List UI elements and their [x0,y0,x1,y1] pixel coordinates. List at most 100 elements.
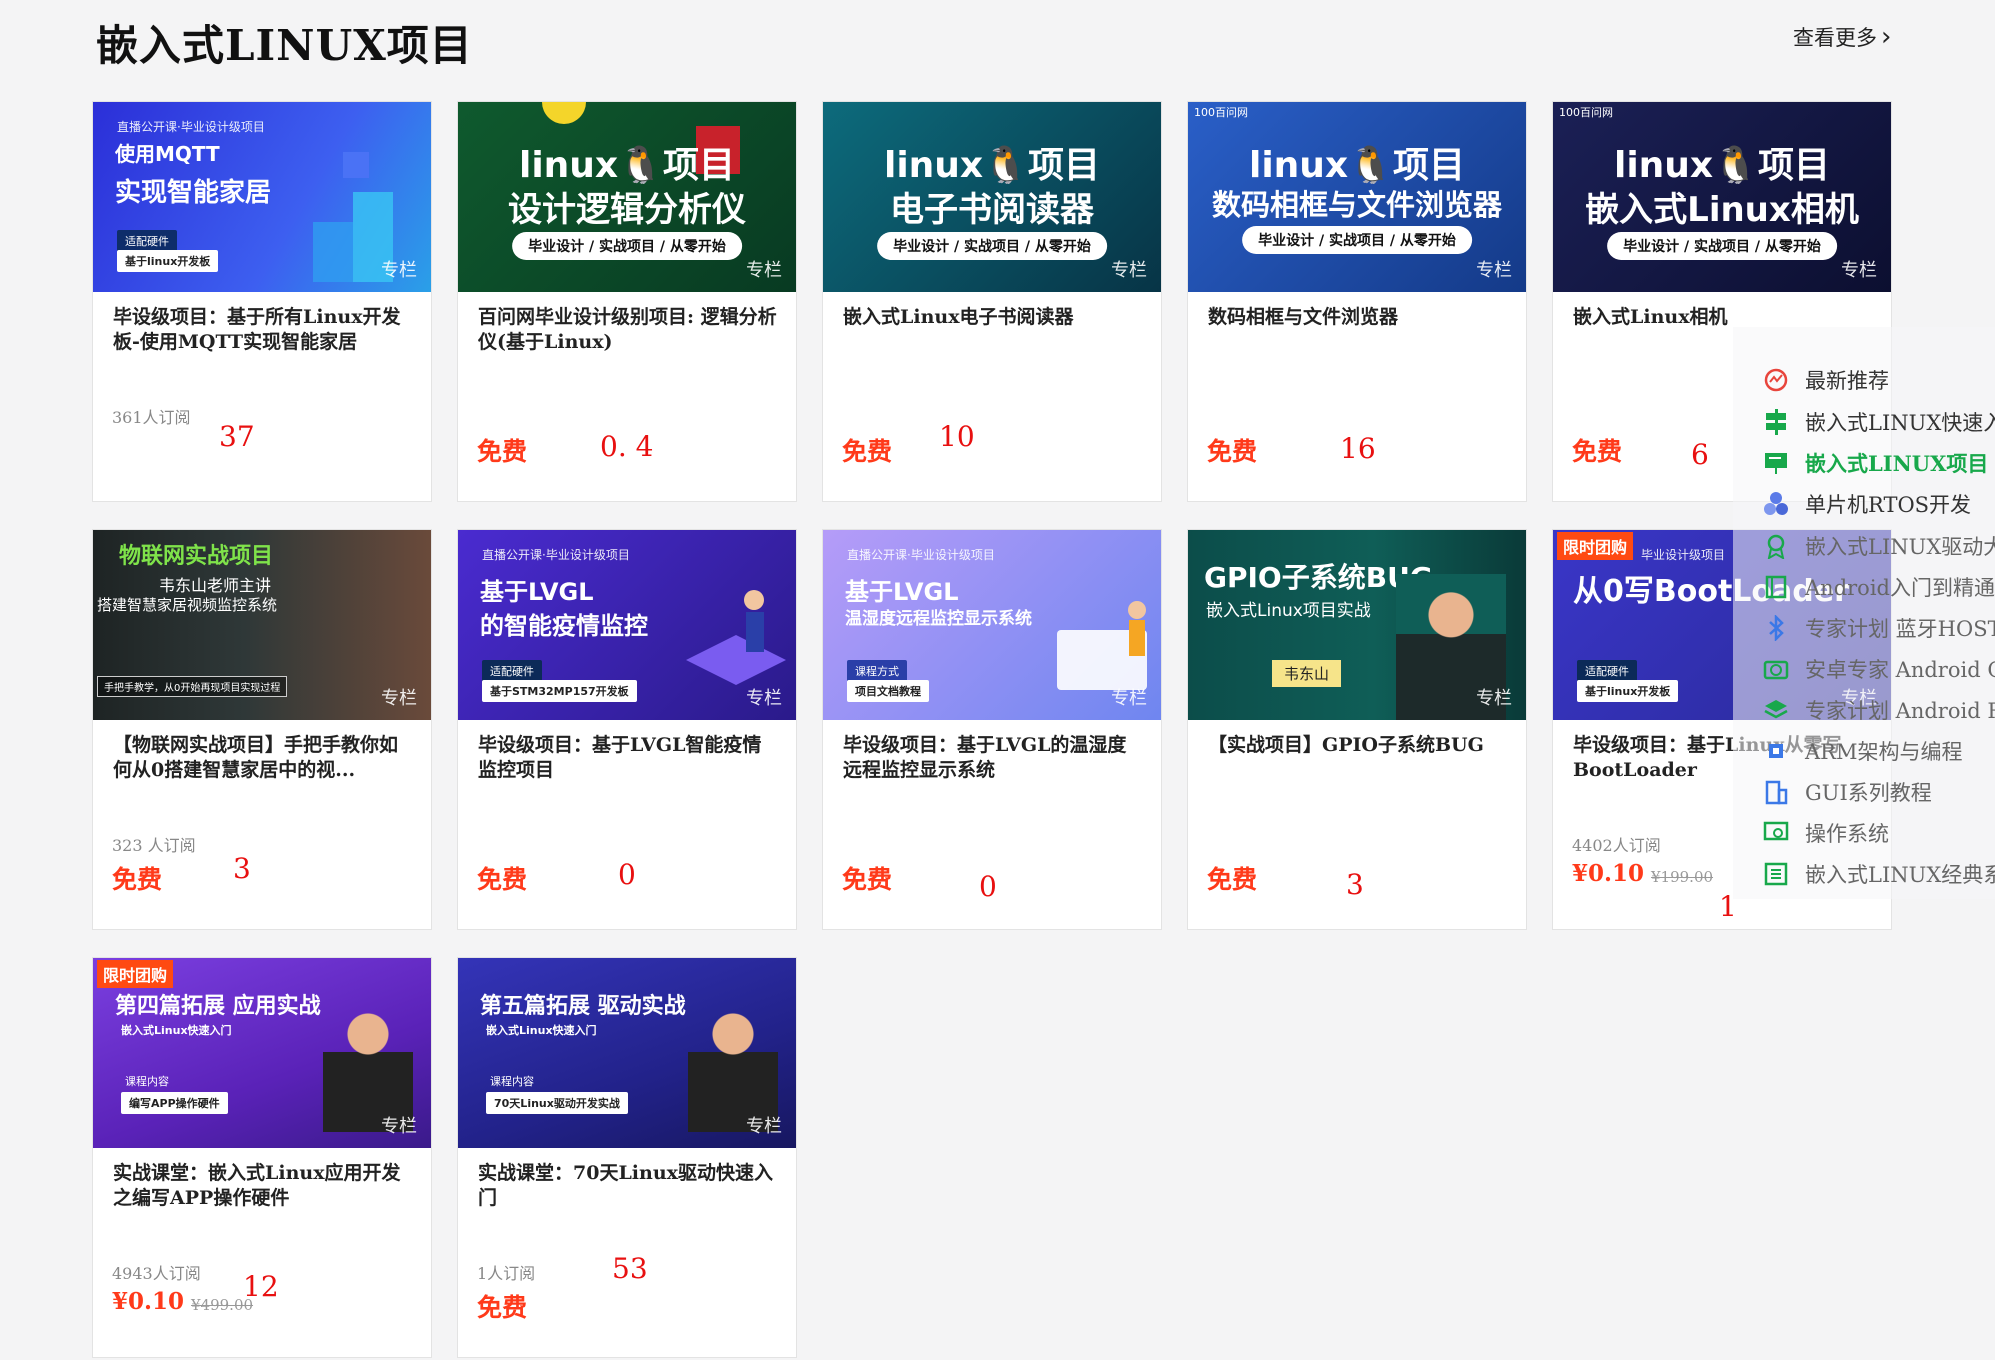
chart-circle-icon [1763,367,1789,393]
side-item-os[interactable]: 操作系统 [1763,818,1889,848]
list-icon [1763,861,1789,887]
course-thumbnail: 100百问网 linux🐧项目 嵌入式Linux相机 毕业设计 / 实战项目 /… [1553,102,1891,292]
price-free: 免费 [842,437,893,466]
brand-logo: 100百问网 [1194,106,1248,119]
thumb-line2: 嵌入式Linux相机 [1585,190,1859,230]
card-title[interactable]: 毕设级项目：基于LVGL的温湿度远程监控显示系统 [843,733,1145,783]
red-annotation: 10 [939,420,975,453]
side-item-label: 专家计划 Android RO [1805,699,1995,723]
column-badge: 专栏 [1476,260,1512,281]
card-title[interactable]: 【物联网实战项目】手把手教你如何从0搭建智慧家居中的视... [113,733,415,783]
thumb-pill: 毕业设计 / 实战项目 / 从零开始 [877,232,1107,260]
subscriber-count: 1人订阅 [477,1264,536,1283]
thumb-chip-value: 基于linux开发板 [1577,680,1679,702]
section-header: 嵌入式LINUX项目 查看更多 › [0,0,1995,90]
card-title[interactable]: 数码相框与文件浏览器 [1208,305,1510,330]
yellow-circle-graphic [542,102,586,124]
thumb-bar: 手把手教学，从0开始再现项目实现过程 [97,676,288,697]
thumb-chip-value: 项目文档教程 [847,680,929,702]
red-annotation: 53 [612,1252,648,1285]
red-annotation: 0 [979,870,997,903]
side-item-linux-driver[interactable]: 嵌入式LINUX驱动大 [1763,531,1995,561]
price-free: 免费 [477,1293,528,1322]
course-card[interactable]: GPIO子系统BUG 嵌入式Linux项目实战 韦东山 专栏 【实战项目】GPI… [1187,529,1527,930]
thumb-chip-label: 课程方式 [847,660,907,682]
side-item-android-rom[interactable]: 专家计划 Android RO [1763,695,1995,725]
course-card[interactable]: linux🐧项目 设计逻辑分析仪 毕业设计 / 实战项目 / 从零开始 专栏 百… [457,101,797,502]
view-more-label: 查看更多 [1793,26,1877,50]
thumb-line1: linux [1248,145,1349,186]
view-more-link[interactable]: 查看更多 › [1793,22,1891,52]
side-item-android-camera[interactable]: 安卓专家 Android Ca [1763,654,1995,684]
course-card[interactable]: 直播公开课·毕业设计级项目 使用MQTT 实现智能家居 适配硬件 基于linux… [92,101,432,502]
column-badge: 专栏 [381,1116,417,1137]
group-buy-tag: 限时团购 [1557,532,1634,560]
course-thumbnail: linux🐧项目 设计逻辑分析仪 毕业设计 / 实战项目 / 从零开始 专栏 [458,102,796,292]
thumb-line2: 嵌入式Linux快速入门 [121,1024,232,1037]
side-item-latest[interactable]: 最新推荐 [1763,365,1889,395]
name-tag: 韦东山 [1272,660,1342,687]
course-card[interactable]: 直播公开课·毕业设计级项目 基于LVGL 温湿度远程监控显示系统 课程方式 项目… [822,529,1162,930]
course-thumbnail: 物联网实战项目 韦东山老师主讲 搭建智慧家居视频监控系统 手把手教学，从0开始再… [93,530,431,720]
side-item-label: 专家计划 蓝牙HOST [1805,617,1995,641]
side-item-label: 操作系统 [1805,822,1889,846]
column-badge: 专栏 [1476,688,1512,709]
card-title[interactable]: 【实战项目】GPIO子系统BUG [1208,733,1510,758]
thumb-line2: 的智能疫情监控 [480,612,648,640]
group-buy-tag: 限时团购 [97,960,174,988]
award-icon [1763,533,1789,560]
course-card[interactable]: 100百问网 linux🐧项目 数码相框与文件浏览器 毕业设计 / 实战项目 /… [1187,101,1527,502]
thumb-pill: 毕业设计 / 实战项目 / 从零开始 [1242,226,1472,254]
price-free: 免费 [842,865,893,894]
course-card[interactable]: 第四篇拓展 应用实战 嵌入式Linux快速入门 课程内容 编写APP操作硬件 限… [92,957,432,1358]
side-item-android[interactable]: Android入门到精通 [1763,572,1995,602]
camera-icon [1763,656,1789,682]
side-item-linux-classic[interactable]: 嵌入式LINUX经典系 [1763,859,1995,889]
course-card[interactable]: 物联网实战项目 韦东山老师主讲 搭建智慧家居视频监控系统 手把手教学，从0开始再… [92,529,432,930]
card-title[interactable]: 实战课堂：70天Linux驱动快速入门 [478,1161,780,1211]
side-item-label: 嵌入式LINUX驱动大 [1805,535,1995,559]
column-badge: 专栏 [1111,260,1147,281]
red-annotation: 0 [618,858,636,891]
thumb-line1b: 项目 [1757,145,1830,186]
cubes-icon [1763,491,1789,517]
thumb-line1: 基于LVGL [480,578,594,606]
thumb-line1-wrap: linux🐧项目 [823,136,1161,188]
original-price: ¥199.00 [1651,868,1714,886]
presenter-photo [688,992,778,1132]
course-thumbnail: 直播公开课·毕业设计级项目 使用MQTT 实现智能家居 适配硬件 基于linux… [93,102,431,292]
section-title: 嵌入式LINUX项目 [96,21,473,70]
side-item-label: 单片机RTOS开发 [1805,493,1972,517]
side-item-linux-quickstart[interactable]: 嵌入式LINUX快速入 [1763,407,1995,437]
card-title[interactable]: 百问网毕业设计级别项目: 逻辑分析仪(基于Linux) [478,305,780,355]
side-item-label: ARM架构与编程 [1805,740,1963,764]
course-card[interactable]: 第五篇拓展 驱动实战 嵌入式Linux快速入门 课程内容 70天Linux驱动开… [457,957,797,1358]
thumb-line1: 使用MQTT [115,142,220,166]
course-thumbnail: GPIO子系统BUG 嵌入式Linux项目实战 韦东山 专栏 [1188,530,1526,720]
thumb-top-text: 直播公开课·毕业设计级项目 [482,548,630,562]
side-item-arm[interactable]: ARM架构与编程 [1763,736,1962,766]
course-thumbnail: linux🐧项目 电子书阅读器 毕业设计 / 实战项目 / 从零开始 专栏 [823,102,1161,292]
thumb-chip-value: 70天Linux驱动开发实战 [486,1092,628,1114]
side-item-linux-projects[interactable]: 嵌入式LINUX项目 [1763,448,1988,478]
card-title[interactable]: 嵌入式Linux电子书阅读器 [843,305,1145,330]
side-item-bluetooth[interactable]: 专家计划 蓝牙HOST [1763,613,1995,643]
card-title[interactable]: 实战课堂：嵌入式Linux应用开发之编写APP操作硬件 [113,1161,415,1211]
course-grid: 直播公开课·毕业设计级项目 使用MQTT 实现智能家居 适配硬件 基于linux… [92,101,1892,1358]
course-thumbnail: 第四篇拓展 应用实战 嵌入式Linux快速入门 课程内容 编写APP操作硬件 限… [93,958,431,1148]
price-free: 免费 [1207,865,1258,894]
subscriber-count: 4402人订阅 [1572,836,1661,855]
card-title[interactable]: 毕设级项目：基于所有Linux开发板-使用MQTT实现智能家居 [113,305,415,355]
side-item-gui[interactable]: GUI系列教程 [1763,777,1932,807]
thumb-line2: 数码相框与文件浏览器 [1211,188,1502,222]
card-title[interactable]: 毕设级项目：基于LVGL智能疫情监控项目 [478,733,780,783]
penguin-icon: 🐧 [983,145,1028,186]
side-item-rtos[interactable]: 单片机RTOS开发 [1763,489,1971,519]
course-card[interactable]: linux🐧项目 电子书阅读器 毕业设计 / 实战项目 / 从零开始 专栏 嵌入… [822,101,1162,502]
thumb-chip-value: 编写APP操作硬件 [121,1092,228,1114]
thumb-line3: 搭建智慧家居视频监控系统 [97,596,278,614]
course-card[interactable]: 直播公开课·毕业设计级项目 基于LVGL 的智能疫情监控 适配硬件 基于STM3… [457,529,797,930]
thumb-line1-wrap: linux🐧项目 [458,136,796,188]
price: ¥0.10 [1572,860,1645,887]
layers-icon [1763,697,1789,723]
